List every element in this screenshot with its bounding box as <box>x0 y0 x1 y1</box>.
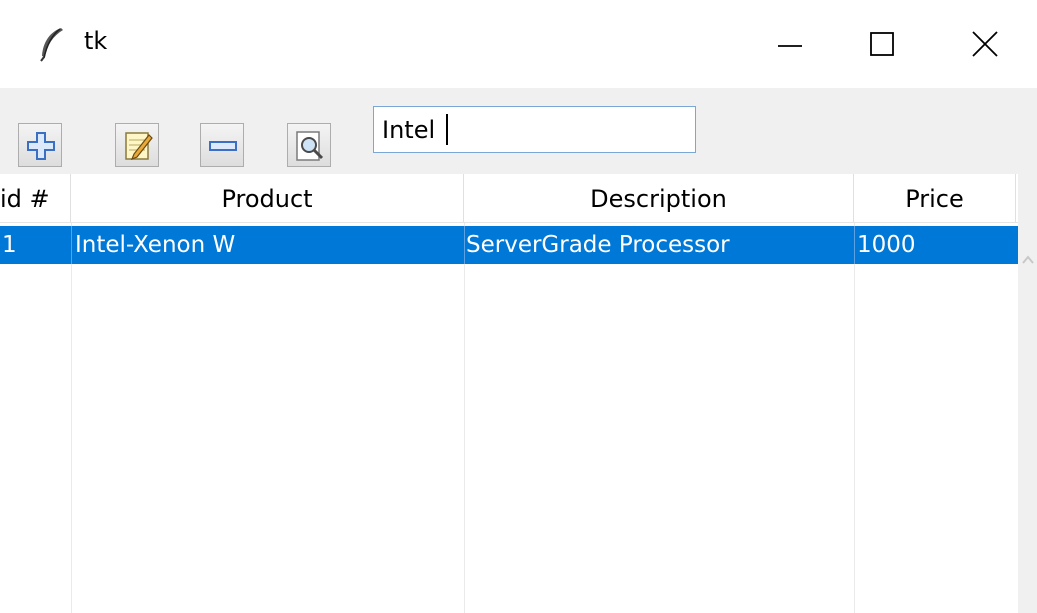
plus-icon <box>27 132 55 160</box>
column-header-description[interactable]: Description <box>464 174 854 222</box>
close-icon <box>972 31 998 57</box>
edit-button[interactable] <box>115 123 159 167</box>
title-bar: tk <box>0 0 1037 88</box>
cell-id: 1 <box>2 232 17 258</box>
minimize-icon <box>778 45 802 47</box>
add-button[interactable] <box>18 123 62 167</box>
maximize-button[interactable] <box>855 16 919 72</box>
column-divider <box>464 223 465 613</box>
column-divider <box>854 223 855 613</box>
close-button[interactable] <box>955 16 1019 72</box>
window-title: tk <box>84 27 108 55</box>
cell-separator <box>71 226 72 264</box>
column-header-price[interactable]: Price <box>854 174 1016 222</box>
remove-button[interactable] <box>200 123 244 167</box>
table-row[interactable]: 1 Intel-Xenon W ServerGrade Processor 10… <box>0 226 1018 264</box>
maximize-icon <box>870 32 894 56</box>
column-header-id[interactable]: id # <box>0 174 71 222</box>
search-input[interactable] <box>373 106 696 153</box>
column-header-product[interactable]: Product <box>71 174 464 222</box>
minimize-button[interactable] <box>758 16 822 72</box>
table-body: 1 Intel-Xenon W ServerGrade Processor 10… <box>0 223 1018 613</box>
cell-separator <box>854 226 855 264</box>
cell-separator <box>464 226 465 264</box>
cell-product: Intel-Xenon W <box>75 232 236 258</box>
text-caret <box>446 114 448 145</box>
search-button[interactable] <box>287 123 331 167</box>
column-divider <box>71 223 72 613</box>
cell-price: 1000 <box>857 232 916 258</box>
product-table: id # Product Description Price 1 Intel-X… <box>0 174 1037 613</box>
scroll-up-arrow-icon[interactable] <box>1020 252 1036 268</box>
feather-icon <box>36 26 66 62</box>
magnifier-document-icon <box>296 131 324 161</box>
cell-description: ServerGrade Processor <box>466 232 730 258</box>
minus-icon <box>209 141 237 151</box>
edit-notepad-icon <box>125 132 153 161</box>
table-header: id # Product Description Price <box>0 174 1018 223</box>
vertical-scrollbar[interactable] <box>1018 174 1037 613</box>
